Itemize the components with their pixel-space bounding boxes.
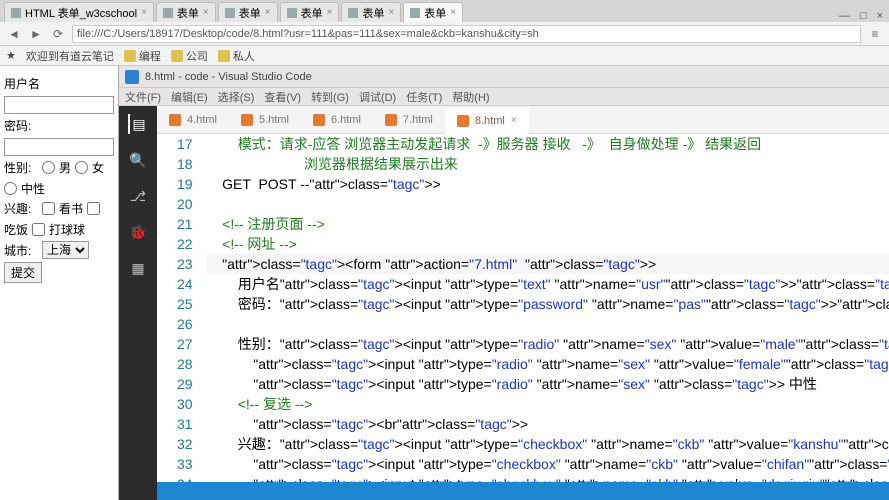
chrome-tab[interactable]: 表单× — [341, 2, 401, 22]
city-select[interactable]: 上海 — [42, 241, 89, 259]
hobby-checkbox[interactable] — [87, 202, 100, 215]
html-file-icon — [169, 114, 181, 126]
editor-tab[interactable]: 7.html — [373, 107, 445, 133]
label-password: 密码: — [4, 117, 38, 134]
editor-tabs: 4.html 5.html 6.html 7.html 8.html× — [157, 106, 889, 134]
sex-male-radio[interactable] — [42, 161, 55, 174]
folder-icon — [124, 50, 136, 62]
close-icon[interactable]: × — [511, 115, 517, 126]
menu-item[interactable]: 查看(V) — [264, 89, 301, 105]
menu-item[interactable]: 调试(D) — [359, 89, 396, 105]
close-icon[interactable]: × — [450, 7, 456, 18]
html-file-icon — [241, 114, 253, 126]
folder-icon — [171, 50, 183, 62]
close-window-icon[interactable]: × — [877, 10, 883, 22]
window-controls: — □ × — [839, 10, 889, 22]
label-hobby: 兴趣: — [4, 200, 38, 217]
chrome-tab[interactable]: HTML 表单_w3cschool× — [4, 2, 154, 22]
username-field[interactable] — [4, 96, 114, 114]
back-icon[interactable]: ◄ — [6, 26, 22, 42]
html-file-icon — [457, 115, 469, 127]
label-city: 城市: — [4, 242, 38, 259]
extensions-icon[interactable]: ▦ — [128, 258, 148, 278]
chrome-tab[interactable]: 表单× — [156, 2, 216, 22]
label-sex: 性别: — [4, 159, 38, 176]
menu-item[interactable]: 编辑(E) — [171, 89, 208, 105]
sex-neutral-radio[interactable] — [4, 182, 17, 195]
menu-item[interactable]: 任务(T) — [406, 89, 442, 105]
close-icon[interactable]: × — [388, 7, 394, 18]
chrome-tabstrip: HTML 表单_w3cschool× 表单× 表单× 表单× 表单× 表单× —… — [0, 0, 889, 22]
bookmark-folder[interactable]: 公司 — [171, 48, 208, 64]
chrome-tab[interactable]: 表单× — [218, 2, 278, 22]
html-file-icon — [313, 114, 325, 126]
source-control-icon[interactable]: ⎇ — [128, 186, 148, 206]
bookmark-folder[interactable]: 编程 — [124, 48, 161, 64]
menu-item[interactable]: 文件(F) — [125, 89, 161, 105]
folder-icon — [218, 50, 230, 62]
url-field[interactable]: file:///C:/Users/18917/Desktop/code/8.ht… — [72, 25, 861, 43]
label-user: 用户名 — [4, 75, 40, 92]
vscode-icon — [125, 70, 139, 84]
bookmark-item[interactable]: 欢迎到有道云笔记 — [26, 48, 114, 64]
editor-tab[interactable]: 5.html — [229, 107, 301, 133]
submit-button[interactable]: 提交 — [4, 262, 42, 283]
editor-tab[interactable]: 4.html — [157, 107, 229, 133]
close-icon[interactable]: × — [265, 7, 271, 18]
minimize-icon[interactable]: — — [839, 10, 850, 22]
editor-tab[interactable]: 8.html× — [445, 108, 529, 134]
menu-icon[interactable]: ≡ — [867, 26, 883, 42]
close-icon[interactable]: × — [141, 7, 147, 18]
menu-item[interactable]: 帮助(H) — [452, 89, 489, 105]
menu-item[interactable]: 转到(G) — [311, 89, 349, 105]
rendered-page: 用户名 密码: 性别: 男 女 中性 兴趣: 看书 吃饭 打球球 城市: 上海 … — [0, 66, 119, 500]
close-icon[interactable]: × — [203, 7, 209, 18]
bookmark-folder[interactable]: 私人 — [218, 48, 255, 64]
password-field[interactable] — [4, 138, 114, 156]
code-editor[interactable]: 1718192021222324252627282930313233343536… — [157, 134, 889, 482]
menu-item[interactable]: 选择(S) — [218, 89, 255, 105]
bookmarks-bar: ★ 欢迎到有道云笔记 编程 公司 私人 — [0, 46, 889, 66]
vscode-menu-bar: 文件(F) 编辑(E) 选择(S) 查看(V) 转到(G) 调试(D) 任务(T… — [119, 88, 889, 106]
forward-icon[interactable]: ► — [28, 26, 44, 42]
maximize-icon[interactable]: □ — [860, 10, 867, 22]
chrome-tab[interactable]: 表单× — [403, 2, 463, 22]
vscode-title-bar: 8.html - code - Visual Studio Code — [119, 66, 889, 88]
editor-tab[interactable]: 6.html — [301, 107, 373, 133]
debug-icon[interactable]: 🐞 — [128, 222, 148, 242]
reload-icon[interactable]: ⟳ — [50, 26, 66, 42]
vscode-status-bar[interactable] — [157, 482, 889, 500]
hobby-checkbox[interactable] — [32, 223, 45, 236]
vscode-window: 8.html - code - Visual Studio Code 文件(F)… — [119, 66, 889, 500]
html-file-icon — [385, 114, 397, 126]
explorer-icon[interactable]: ▤ — [128, 114, 148, 134]
hobby-checkbox[interactable] — [42, 202, 55, 215]
search-icon[interactable]: 🔍 — [128, 150, 148, 170]
close-icon[interactable]: × — [327, 7, 333, 18]
chrome-tab[interactable]: 表单× — [280, 2, 340, 22]
vscode-activity-bar: ▤ 🔍 ⎇ 🐞 ▦ — [119, 106, 157, 500]
address-bar: ◄ ► ⟳ file:///C:/Users/18917/Desktop/cod… — [0, 22, 889, 46]
sex-female-radio[interactable] — [75, 161, 88, 174]
